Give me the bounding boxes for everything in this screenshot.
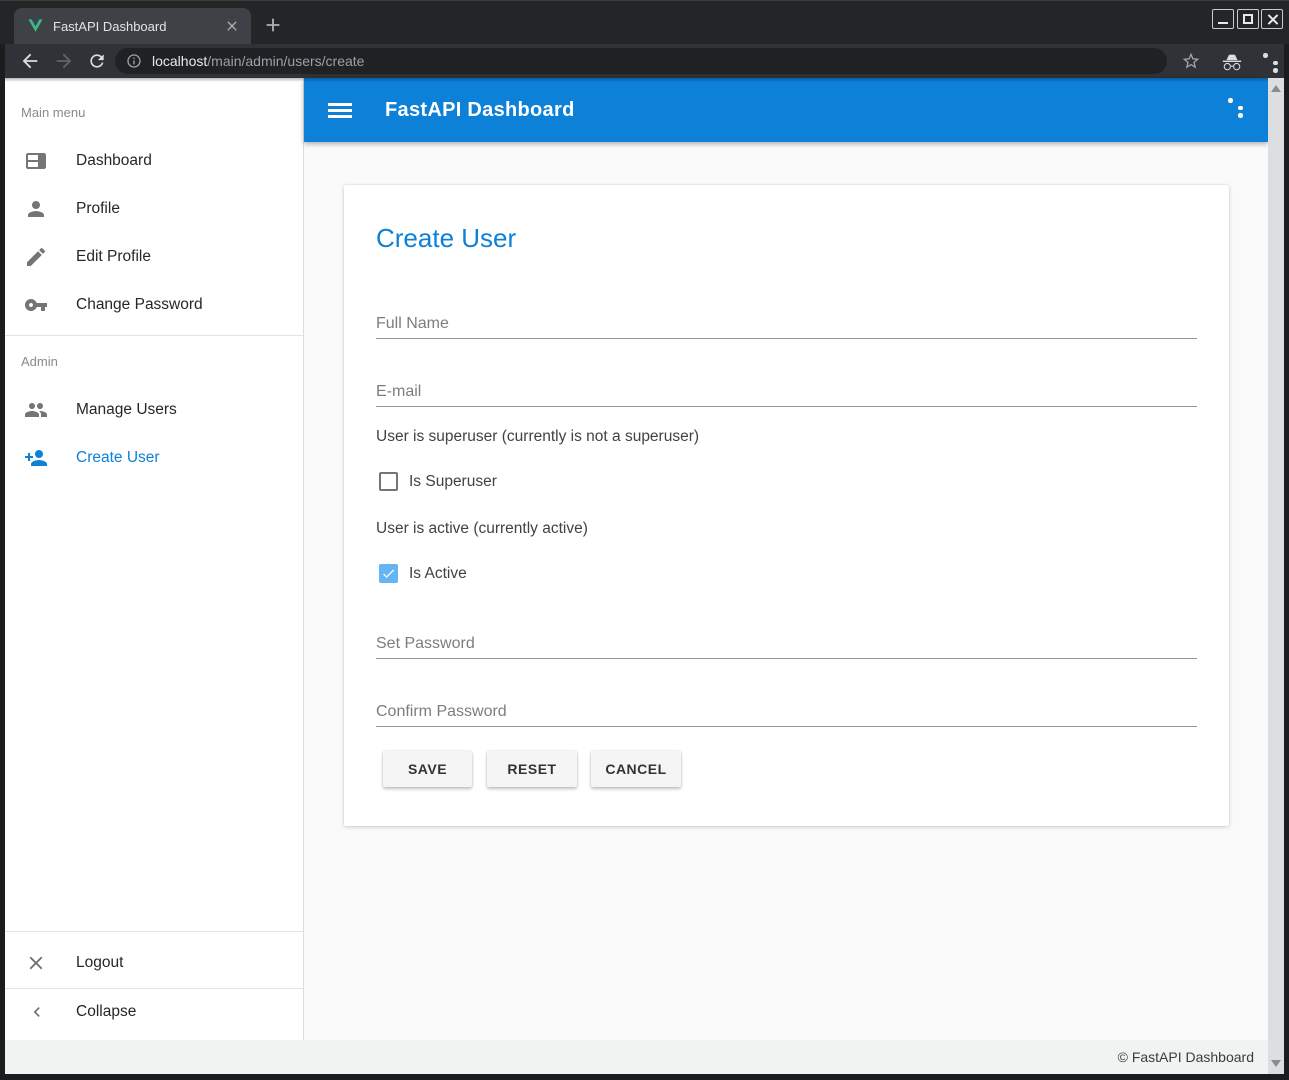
hamburger-icon[interactable] [328,103,352,118]
create-user-card: Create User User is superuser (currently… [344,185,1229,826]
page-footer: © FastAPI Dashboard [5,1040,1268,1074]
sidebar-item-label: Profile [76,185,120,233]
page-scrollbar[interactable] [1268,78,1284,1074]
url-text: localhost/main/admin/users/create [152,53,364,69]
sidebar-item-label: Change Password [76,281,203,329]
tab-title: FastAPI Dashboard [53,19,166,34]
sidebar-item-label: Create User [76,434,160,482]
app-title: FastAPI Dashboard [385,99,575,122]
sidebar-section-admin: Admin [21,354,58,369]
sidebar-divider [5,931,303,932]
sidebar-item-edit-profile[interactable]: Edit Profile [5,233,303,281]
reload-icon[interactable] [87,51,107,71]
sidebar-item-manage-users[interactable]: Manage Users [5,386,303,434]
app-overflow-menu-icon[interactable] [1218,96,1242,120]
confirm-password-field[interactable] [376,697,1197,727]
browser-window: FastAPI Dashboard localhost/main/admin/u… [0,0,1289,1080]
vue-logo-icon [27,18,44,35]
active-status-text: User is active (currently active) [376,520,588,538]
cancel-button[interactable]: CANCEL [591,751,681,787]
new-tab-button[interactable] [262,14,284,36]
pencil-icon [24,245,48,269]
tab-close-icon[interactable] [224,18,240,34]
scrollbar-up-arrow-icon[interactable] [1271,85,1281,92]
window-minimize-button[interactable] [1212,9,1234,29]
window-close-button[interactable] [1261,9,1283,29]
key-icon [24,293,48,317]
forward-arrow-icon[interactable] [53,50,75,72]
page-content: Main menu Dashboard Profile Edit Profile [5,78,1284,1074]
window-maximize-button[interactable] [1237,9,1259,29]
sidebar-item-label: Logout [76,939,123,987]
superuser-status-text: User is superuser (currently is not a su… [376,428,699,446]
chevron-left-icon [27,1002,47,1022]
sidebar-item-create-user[interactable]: Create User [5,434,303,482]
main-area: FastAPI Dashboard Create User User is su… [304,78,1268,1040]
dashboard-icon [24,149,48,173]
app-bar: FastAPI Dashboard [304,78,1268,142]
sidebar-divider [5,335,303,336]
browser-titlebar: FastAPI Dashboard [0,0,1289,44]
page-info-icon[interactable] [126,53,142,69]
sidebar-item-change-password[interactable]: Change Password [5,281,303,329]
save-button[interactable]: SAVE [383,751,472,787]
copyright-text: © FastAPI Dashboard [1118,1040,1254,1074]
sidebar-item-label: Dashboard [76,137,152,185]
people-icon [24,398,48,422]
sidebar-item-label: Manage Users [76,386,177,434]
person-add-icon [24,446,48,470]
sidebar-item-label: Edit Profile [76,233,151,281]
full-name-field[interactable] [376,309,1197,339]
is-active-checkbox[interactable] [379,564,398,583]
sidebar: Main menu Dashboard Profile Edit Profile [5,78,304,1040]
email-field[interactable] [376,377,1197,407]
url-bar[interactable]: localhost/main/admin/users/create [115,48,1167,74]
close-x-icon [25,952,47,974]
scrollbar-down-arrow-icon[interactable] [1271,1060,1281,1067]
back-arrow-icon[interactable] [19,50,41,72]
sidebar-item-logout[interactable]: Logout [5,939,303,987]
incognito-icon [1221,51,1243,73]
sidebar-item-profile[interactable]: Profile [5,185,303,233]
sidebar-section-main-menu: Main menu [21,105,85,120]
is-superuser-checkbox[interactable] [379,472,398,491]
checkmark-icon [381,566,396,581]
url-path: /main/admin/users/create [207,53,364,69]
set-password-field[interactable] [376,629,1197,659]
person-icon [24,197,48,221]
page-title: Create User [376,223,516,254]
is-active-label[interactable]: Is Active [409,565,467,583]
sidebar-item-dashboard[interactable]: Dashboard [5,137,303,185]
reset-button[interactable]: RESET [487,751,577,787]
sidebar-item-collapse[interactable]: Collapse [5,988,303,1036]
sidebar-item-label: Collapse [76,988,136,1036]
browser-tab[interactable]: FastAPI Dashboard [14,8,251,45]
bookmark-star-icon[interactable] [1181,51,1201,71]
browser-menu-icon[interactable] [1253,51,1277,75]
url-host: localhost [152,53,207,69]
is-superuser-label[interactable]: Is Superuser [409,473,497,491]
browser-toolbar: localhost/main/admin/users/create [5,44,1284,78]
